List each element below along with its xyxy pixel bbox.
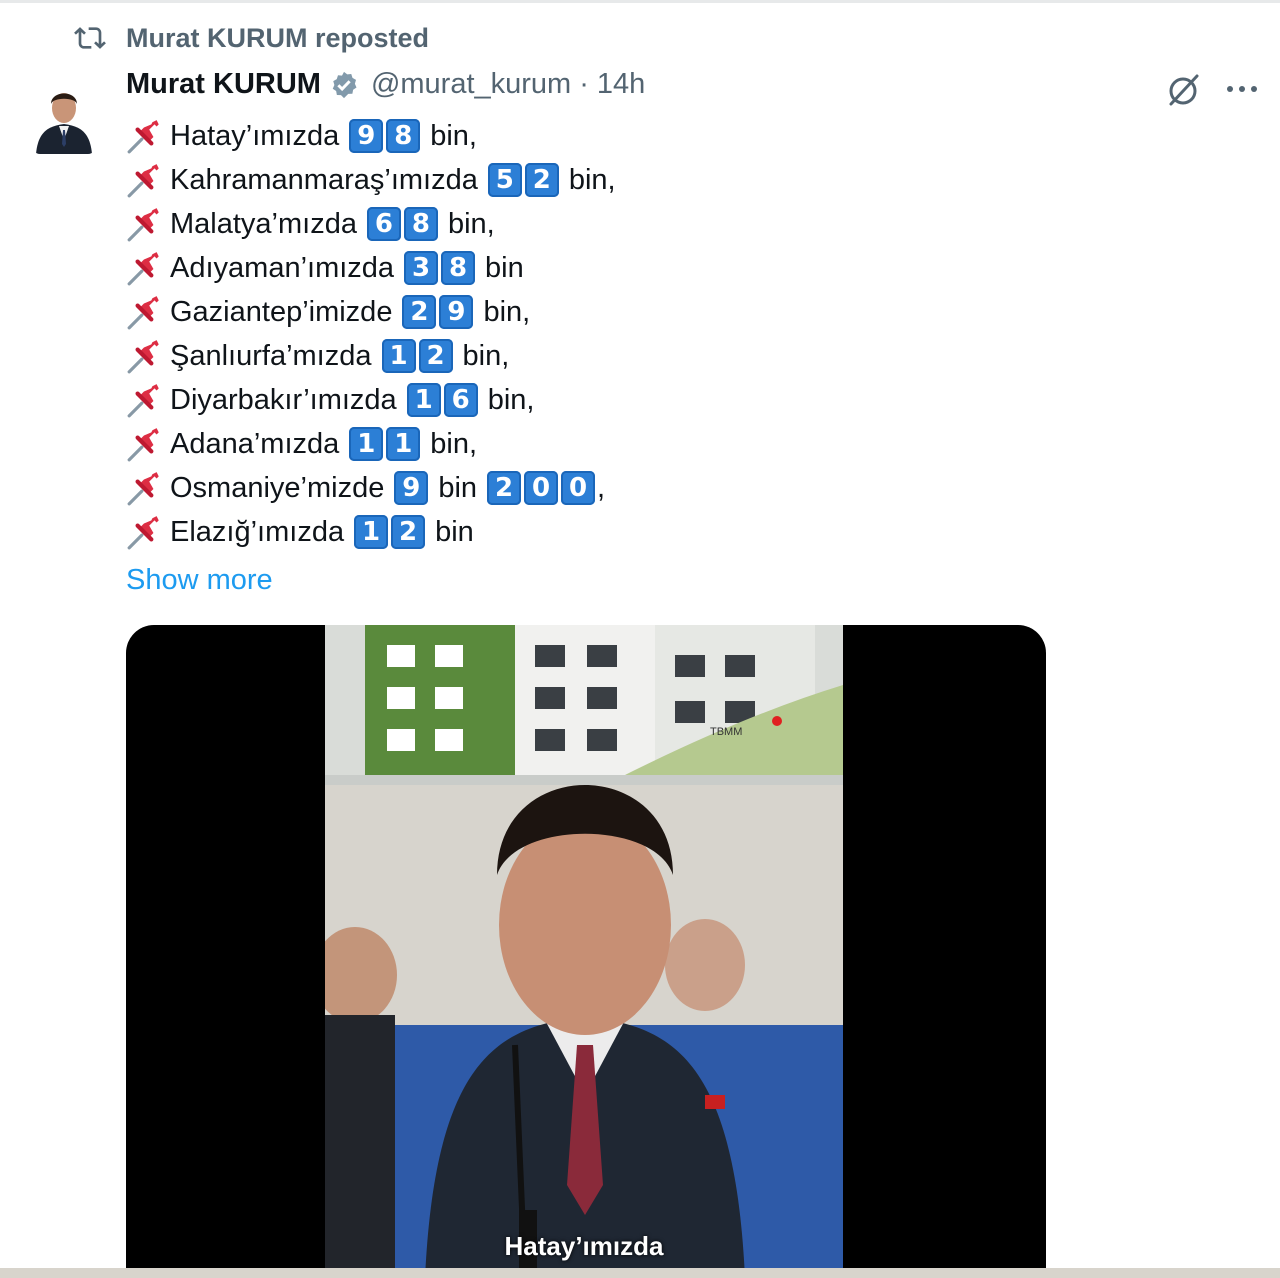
keycap-digit: 2 — [487, 471, 522, 505]
city-label: Adıyaman’ımızda — [170, 252, 395, 284]
author-handle[interactable]: @murat_kurum — [371, 68, 571, 101]
city-label: Elazığ’ımızda — [170, 516, 345, 548]
keycap-digit: 5 — [487, 163, 522, 197]
keycap-number: 12 — [381, 339, 453, 373]
keycap-digit: 1 — [381, 339, 416, 373]
keycap-number: 68 — [366, 207, 438, 241]
keycap-digit: 6 — [366, 207, 401, 241]
keycap-number: 200 — [487, 471, 596, 505]
top-divider — [0, 0, 1280, 3]
trailing-punctuation: , — [597, 472, 606, 504]
timestamp[interactable]: 14h — [597, 68, 645, 101]
tweet-line: Osmaniye’mizde 9 bin 2 0 0, — [126, 466, 616, 510]
unit-label: bin, — [483, 296, 531, 328]
tweet-header: Murat KURUM @murat_kurum · 14h — [126, 68, 645, 101]
tweet-lines: Hatay’ımızda 9 8 bin, Kahramanmaraş’ımızda 5 2… — [126, 114, 616, 554]
tweet-line: Şanlıurfa’mızda 1 2 bin, — [126, 334, 616, 378]
keycap-number: 38 — [404, 251, 476, 285]
pushpin-icon — [127, 472, 159, 506]
keycap-number: 16 — [406, 383, 478, 417]
pushpin-icon — [127, 164, 159, 198]
keycap-digit: 0 — [561, 471, 596, 505]
keycap-digit: 1 — [349, 427, 384, 461]
keycap-digit: 2 — [391, 515, 426, 549]
keycap-digit: 8 — [441, 251, 476, 285]
tweet-line: Gaziantep’imizde 2 9 bin, — [126, 290, 616, 334]
video-still: TBMM — [325, 625, 843, 1278]
city-label: Adana’mızda — [170, 428, 340, 460]
pushpin-icon — [127, 384, 159, 418]
keycap-digit: 6 — [443, 383, 478, 417]
unit-label: bin — [435, 516, 474, 548]
city-label: Diyarbakır’ımızda — [170, 384, 397, 416]
separator-dot: · — [579, 68, 589, 100]
tweet-line: Adana’mızda 1 1 bin, — [126, 422, 616, 466]
keycap-digit: 3 — [404, 251, 439, 285]
keycap-digit: 2 — [524, 163, 559, 197]
unit-label: bin, — [568, 164, 616, 196]
tweet-text: Hatay’ımızda 9 8 bin, Kahramanmaraş’ımızda 5 2… — [126, 114, 616, 602]
unit-label: bin — [485, 252, 524, 284]
pushpin-icon — [127, 252, 159, 286]
pushpin-icon — [127, 296, 159, 330]
keycap-digit: 9 — [349, 119, 384, 153]
pushpin-icon — [127, 120, 159, 154]
keycap-number: 12 — [354, 515, 426, 549]
city-label: Gaziantep’imizde — [170, 296, 393, 328]
more-options-icon[interactable] — [1222, 72, 1262, 106]
pushpin-icon — [127, 516, 159, 550]
pushpin-icon — [127, 340, 159, 374]
unit-label: bin, — [462, 340, 510, 372]
pushpin-icon — [127, 428, 159, 462]
pushpin-icon — [127, 208, 159, 242]
channel-logo-text: TBMM — [710, 726, 742, 738]
keycap-number: 29 — [402, 295, 474, 329]
unit-label: bin, — [430, 120, 477, 152]
tweet-line: Elazığ’ımızda 1 2 bin — [126, 510, 616, 554]
unit-label: bin, — [430, 428, 478, 460]
repost-indicator[interactable]: Murat KURUM reposted — [74, 22, 429, 54]
tweet-line: Diyarbakır’ımızda 1 6 bin, — [126, 378, 616, 422]
tweet-line: Adıyaman’ımızda 3 8 bin — [126, 246, 616, 290]
video-frame[interactable]: TBMM Hatay’ımızda — [325, 625, 843, 1278]
keycap-number: 52 — [487, 163, 559, 197]
city-label: Hatay’ımızda — [170, 120, 340, 152]
keycap-digit: 2 — [402, 295, 437, 329]
bottom-edge — [0, 1268, 1280, 1278]
unit-label: bin — [438, 472, 478, 504]
city-label: Şanlıurfa’mızda — [170, 340, 372, 372]
unit-label: bin, — [447, 208, 495, 240]
keycap-number: 9 — [394, 471, 429, 505]
city-label: Kahramanmaraş’ımızda — [170, 164, 478, 196]
tweet-line: Hatay’ımızda 9 8 bin, — [126, 114, 616, 158]
author-name[interactable]: Murat KURUM — [126, 68, 321, 101]
keycap-digit: 9 — [394, 471, 429, 505]
keycap-digit: 2 — [418, 339, 453, 373]
keycap-digit: 9 — [439, 295, 474, 329]
tweet-line: Kahramanmaraş’ımızda 5 2 bin, — [126, 158, 616, 202]
live-dot-icon — [772, 716, 782, 726]
keycap-digit: 1 — [406, 383, 441, 417]
grok-icon[interactable] — [1163, 70, 1203, 110]
repost-icon — [74, 27, 106, 49]
unit-label: bin, — [487, 384, 535, 416]
repost-label: Murat KURUM reposted — [126, 22, 430, 53]
keycap-digit: 8 — [403, 207, 438, 241]
show-more-link[interactable]: Show more — [126, 558, 273, 602]
avatar[interactable] — [32, 70, 96, 154]
city-label: Malatya’mızda — [170, 208, 357, 240]
keycap-digit: 8 — [386, 119, 421, 153]
keycap-digit: 0 — [524, 471, 559, 505]
city-label: Osmaniye’mizde — [170, 472, 385, 504]
tweet-line: Malatya’mızda 6 8 bin, — [126, 202, 616, 246]
verified-badge-icon — [332, 71, 357, 98]
keycap-number: 98 — [349, 119, 421, 153]
keycap-digit: 1 — [354, 515, 389, 549]
keycap-digit: 1 — [386, 427, 421, 461]
video-player[interactable]: TBMM Hatay’ımızda — [126, 625, 1046, 1278]
keycap-number: 11 — [349, 427, 421, 461]
video-caption: Hatay’ımızda — [504, 1231, 664, 1261]
